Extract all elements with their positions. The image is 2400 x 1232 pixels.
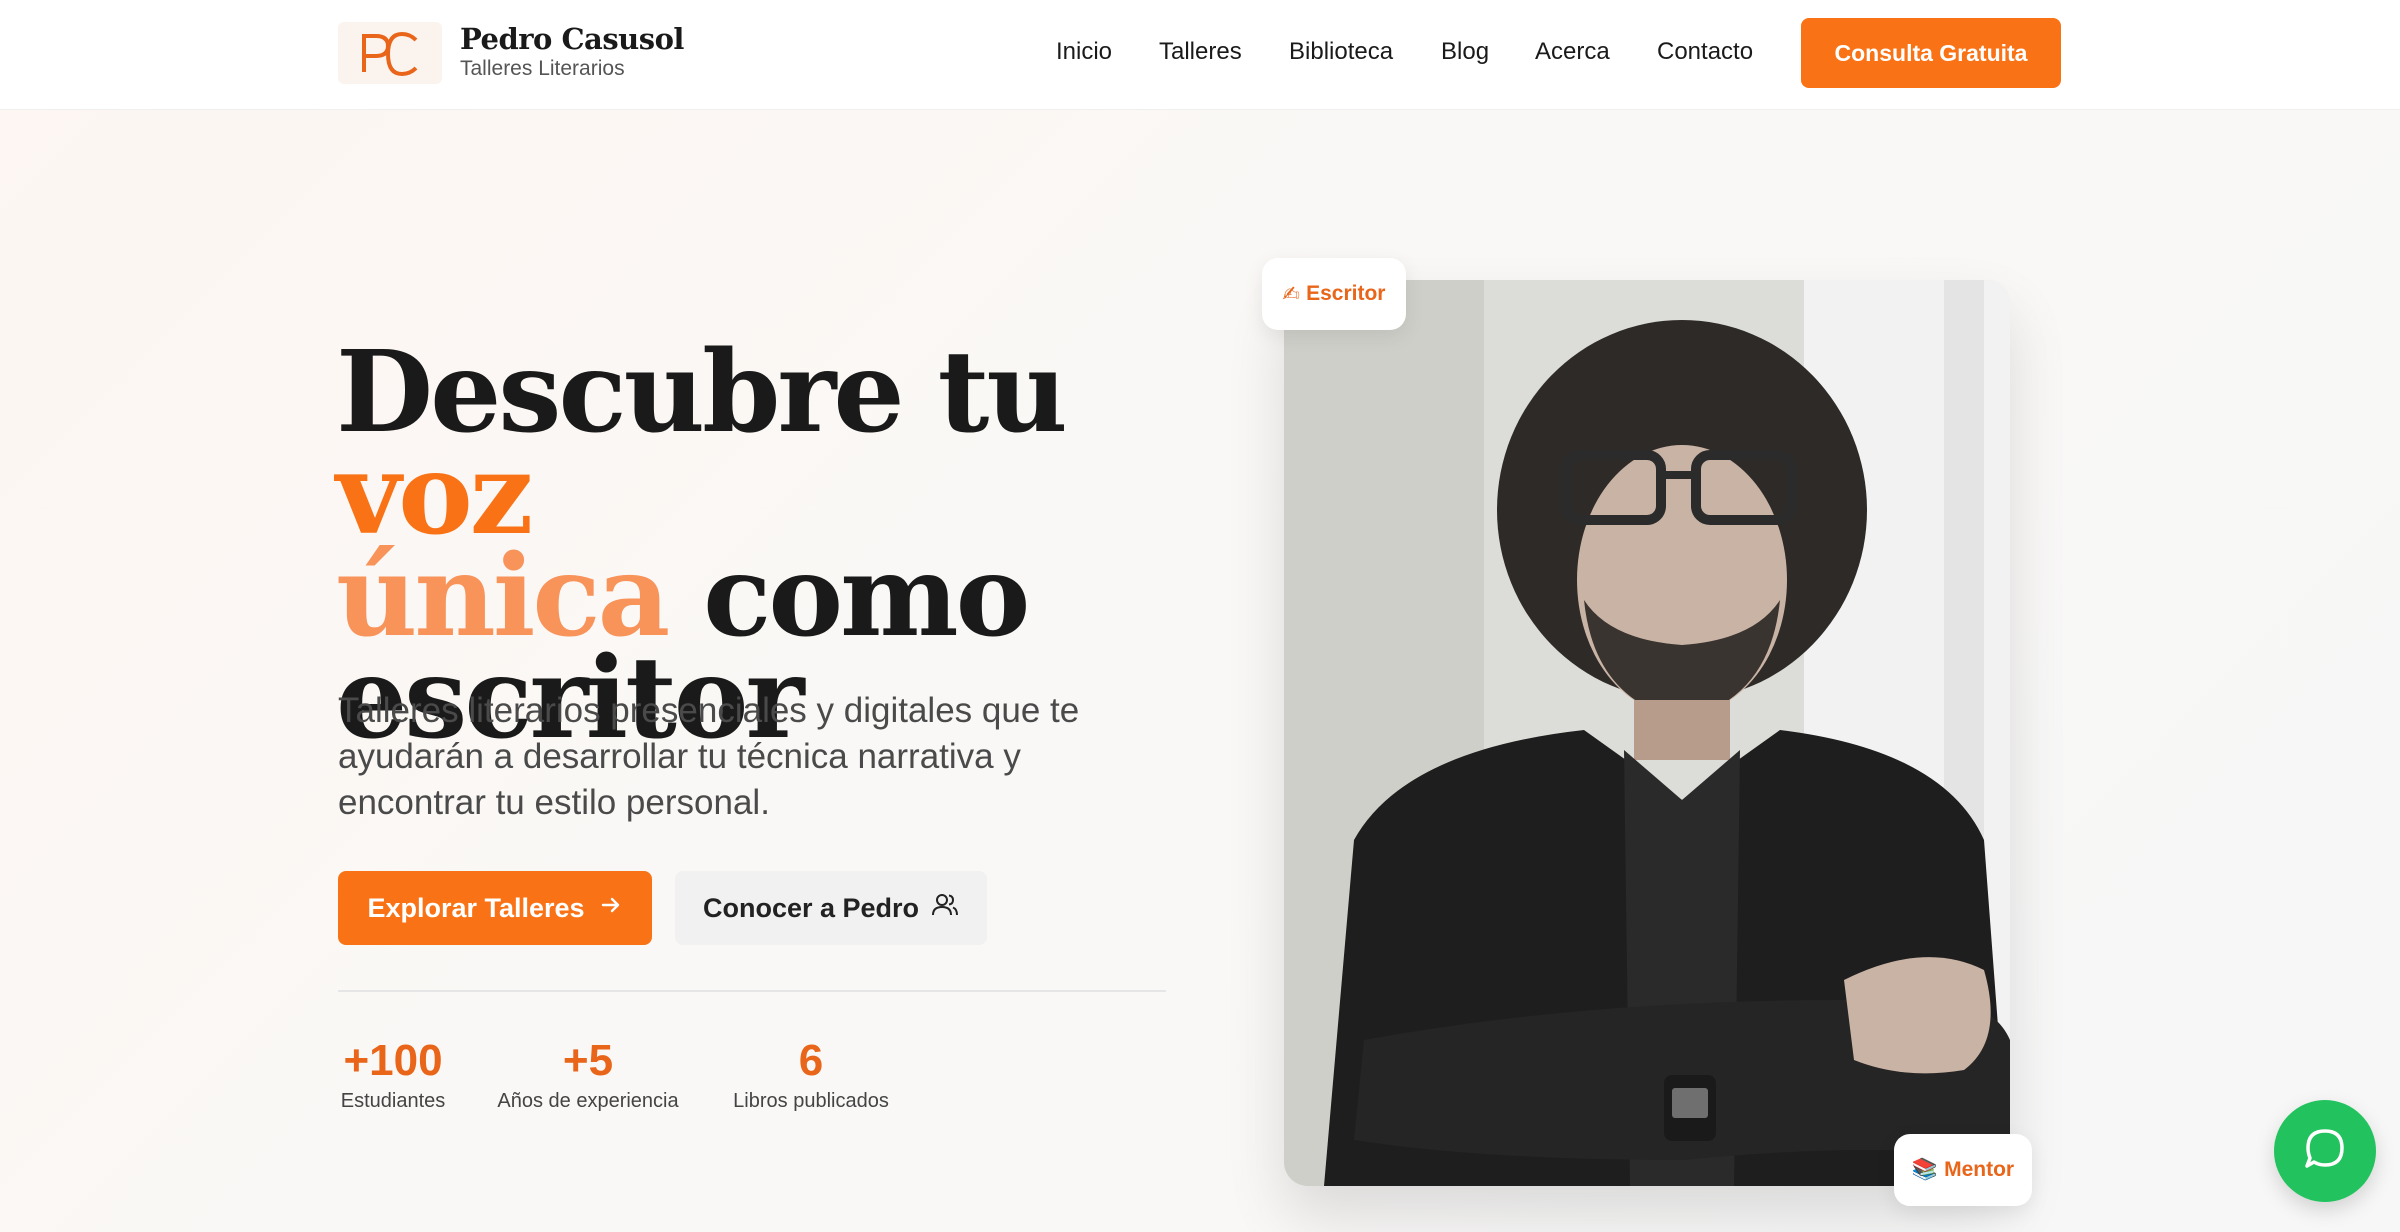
books-icon: 📚	[1911, 1158, 1939, 1181]
badge-escritor-label: Escritor	[1306, 282, 1386, 305]
consulta-gratuita-button[interactable]: Consulta Gratuita	[1801, 18, 2061, 88]
explorar-talleres-button[interactable]: Explorar Talleres	[338, 871, 652, 945]
nav-blog[interactable]: Blog	[1441, 38, 1489, 66]
nav-acerca[interactable]: Acerca	[1535, 38, 1610, 66]
stat-label: Estudiantes	[340, 1090, 446, 1112]
author-portrait	[1284, 280, 2010, 1186]
nav-biblioteca[interactable]: Biblioteca	[1289, 38, 1393, 66]
conocer-a-pedro-label: Conocer a Pedro	[702, 892, 920, 923]
writing-hand-icon: ✍	[1282, 282, 1301, 306]
logo-icon[interactable]	[338, 22, 442, 84]
portrait-illustration	[1284, 280, 2010, 1186]
conocer-a-pedro-button[interactable]: Conocer a Pedro	[675, 871, 987, 945]
stat-estudiantes: +100 Estudiantes	[338, 1036, 448, 1113]
site-header: Pedro Casusol Talleres Literarios Inicio…	[0, 0, 2400, 110]
stat-label: Años de experiencia	[497, 1090, 679, 1112]
whatsapp-chat-button[interactable]	[2274, 1100, 2376, 1202]
stat-value: +5	[562, 1036, 614, 1085]
stat-experiencia: +5 Años de experiencia	[492, 1036, 684, 1113]
stat-label: Libros publicados	[733, 1090, 889, 1112]
stat-value: +100	[343, 1036, 443, 1085]
users-icon	[931, 891, 959, 926]
badge-mentor-label: Mentor	[1944, 1158, 2015, 1181]
brand-tagline: Talleres Literarios	[460, 57, 625, 80]
stat-libros: 6 Libros publicados	[728, 1036, 894, 1113]
nav-inicio[interactable]: Inicio	[1056, 38, 1112, 66]
hero-subtitle: Talleres literarios presenciales y digit…	[338, 691, 1080, 822]
arrow-right-icon	[599, 893, 623, 924]
badge-escritor: ✍ Escritor	[1262, 258, 1406, 330]
stat-value: 6	[798, 1036, 824, 1085]
badge-mentor: 📚 Mentor	[1894, 1134, 2032, 1206]
nav-contacto[interactable]: Contacto	[1657, 38, 1753, 66]
nav-talleres[interactable]: Talleres	[1159, 38, 1242, 66]
brand-name[interactable]: Pedro Casusol	[460, 22, 684, 56]
whatsapp-chat-icon	[2301, 1125, 2349, 1178]
explorar-talleres-label: Explorar Talleres	[367, 892, 585, 923]
stats-divider	[338, 990, 1166, 992]
